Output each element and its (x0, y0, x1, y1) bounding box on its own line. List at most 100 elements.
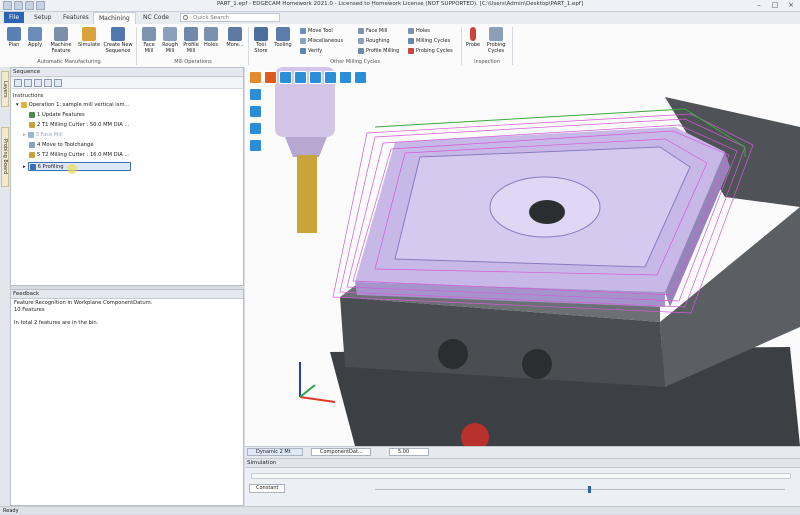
probe-button[interactable]: Probe (464, 27, 482, 48)
expand-icon[interactable]: ▸ (23, 132, 26, 138)
tree-item[interactable]: 4 Move to Toolchange (29, 142, 94, 148)
selected-row[interactable]: 6 Profiling (27, 162, 131, 171)
feedback-panel: Feedback Feature Recognition in Workplan… (10, 289, 244, 506)
render-mode-icon[interactable] (264, 71, 277, 84)
tool-store-button[interactable]: Tool Store (251, 27, 271, 54)
update-icon (29, 112, 35, 118)
apply-button[interactable]: Apply (25, 27, 45, 48)
more-button[interactable]: More... (224, 27, 246, 48)
face-mill-small-button[interactable]: Face Mill (358, 28, 387, 34)
ribbon-separator (136, 27, 137, 65)
ribbon-separator (248, 27, 249, 65)
tree-item[interactable]: 1 Update Features (29, 112, 85, 118)
probing-cycles-small-button[interactable]: Probing Cycles (408, 48, 453, 54)
probing-cycles-button[interactable]: Probing Cycles (483, 27, 509, 54)
tooling-icon (276, 27, 290, 41)
feedback-panel-title: Feedback (11, 290, 243, 299)
tree-item[interactable]: ▾ Operation 1: sample mill vertical ism..… (16, 102, 129, 108)
profile-milling-button[interactable]: Profile Milling (358, 48, 399, 54)
speed-slider-track[interactable] (375, 489, 785, 490)
group-mill-operations: Mill Operations (174, 59, 212, 65)
roughing-button[interactable]: Roughing (358, 38, 390, 44)
maximize-button[interactable]: □ (767, 0, 783, 11)
milling-cycles-button[interactable]: Milling Cycles (408, 38, 450, 44)
close-button[interactable]: × (783, 0, 799, 11)
face-mill-button[interactable]: Face Mill (139, 27, 159, 54)
rotate-icon[interactable] (294, 71, 307, 84)
view-side-icon[interactable] (249, 139, 262, 152)
y-axis (299, 384, 316, 398)
pan-icon[interactable] (279, 71, 292, 84)
plan-button[interactable]: Plan (4, 27, 24, 48)
expand-icon[interactable]: ▸ (23, 164, 26, 170)
create-new-sequence-button[interactable]: Create New Sequence (102, 27, 134, 54)
simulation-track[interactable] (251, 473, 791, 479)
profile-mill-button[interactable]: Profile Mill (181, 27, 201, 54)
view-top-icon[interactable] (249, 105, 262, 118)
move-tool-button[interactable]: Move Tool (300, 28, 333, 34)
value-select[interactable]: 5.00 (389, 448, 429, 456)
simulation-panel: Simulation Constant (245, 458, 800, 507)
minimize-button[interactable]: – (751, 0, 767, 11)
tab-file[interactable]: File (4, 12, 25, 23)
tree-item[interactable]: 2 T1 Milling Cutter : 50.0 MM DIA ... (29, 122, 129, 128)
operation-icon (20, 102, 27, 108)
verify-button[interactable]: Verify (300, 48, 322, 54)
holes-small-button[interactable]: Holes (408, 28, 430, 34)
feedback-line: 10 Features (14, 307, 45, 313)
simulate-button[interactable]: Simulate (76, 27, 102, 48)
profiling-icon (29, 163, 36, 170)
zoom-window-icon[interactable] (324, 71, 337, 84)
bolt-right (522, 349, 552, 379)
ribbon-separator (512, 27, 513, 65)
center-hole (529, 200, 565, 224)
tab-features[interactable]: Features (58, 12, 94, 23)
fit-icon[interactable] (339, 71, 352, 84)
tab-nc-code[interactable]: NC Code (138, 12, 174, 23)
probe-icon (470, 27, 476, 41)
open-icon[interactable] (24, 79, 32, 87)
constant-button[interactable]: Constant (249, 484, 285, 493)
speed-slider-thumb[interactable] (588, 486, 592, 493)
tab-setup[interactable]: Setup (29, 12, 56, 23)
view-iso-icon[interactable] (249, 88, 262, 101)
view-front-icon[interactable] (249, 122, 262, 135)
expand-icon[interactable]: ▾ (16, 102, 19, 108)
tree-item[interactable]: 5 T2 Milling Cutter : 16.0 MM DIA ... (29, 152, 129, 158)
workplane-select[interactable]: ComponentDat... (311, 448, 371, 456)
feedback-line: Feature Recognition in Workplane Compone… (14, 300, 153, 306)
profile-mill-icon (184, 27, 198, 41)
refresh-icon[interactable] (14, 79, 22, 87)
machine-feature-button[interactable]: Machine Feature (47, 27, 75, 54)
move-tool-icon (300, 28, 306, 34)
graphics-viewport[interactable] (245, 67, 800, 446)
miscellaneous-button[interactable]: Miscellaneous (300, 38, 343, 44)
bolt-left (438, 339, 468, 369)
side-tab-layers[interactable]: Layers (1, 71, 9, 107)
title-bar: PART_1.epf - EDGECAM Homework 2021.0 - L… (0, 0, 800, 12)
tree-icon[interactable] (44, 79, 52, 87)
simulate-icon (82, 27, 96, 41)
group-other-milling-cycles: Other Milling Cycles (330, 59, 380, 65)
face-mill-icon (142, 27, 156, 41)
tree-item[interactable]: ▸ 3 Face Mill (23, 132, 63, 138)
search-input[interactable]: Quick Search (180, 13, 280, 22)
profile-milling-icon (358, 48, 364, 54)
sequence-options-icon[interactable] (54, 79, 62, 87)
settings-icon[interactable] (34, 79, 42, 87)
machine-feature-icon (54, 27, 68, 41)
view-list-icon[interactable] (354, 71, 367, 84)
status-bar: Ready (0, 506, 800, 514)
tool-icon (29, 122, 35, 128)
probing-icon (408, 48, 414, 54)
rough-mill-button[interactable]: Rough Mill (160, 27, 180, 54)
ribbon-tabs: File Setup Features Machining NC Code (0, 12, 800, 25)
feedback-line: In total 2 features are in the bin. (14, 320, 99, 326)
zoom-icon[interactable] (309, 71, 322, 84)
search-icon (183, 15, 188, 20)
holes-button[interactable]: Holes (202, 27, 220, 48)
view-mode-field[interactable]: Dynamic 2 Mt (247, 448, 303, 456)
view-cube-icon[interactable] (249, 71, 262, 84)
side-tab-probing-board[interactable]: Probing Board (1, 127, 9, 187)
tooling-button[interactable]: Tooling (272, 27, 294, 48)
